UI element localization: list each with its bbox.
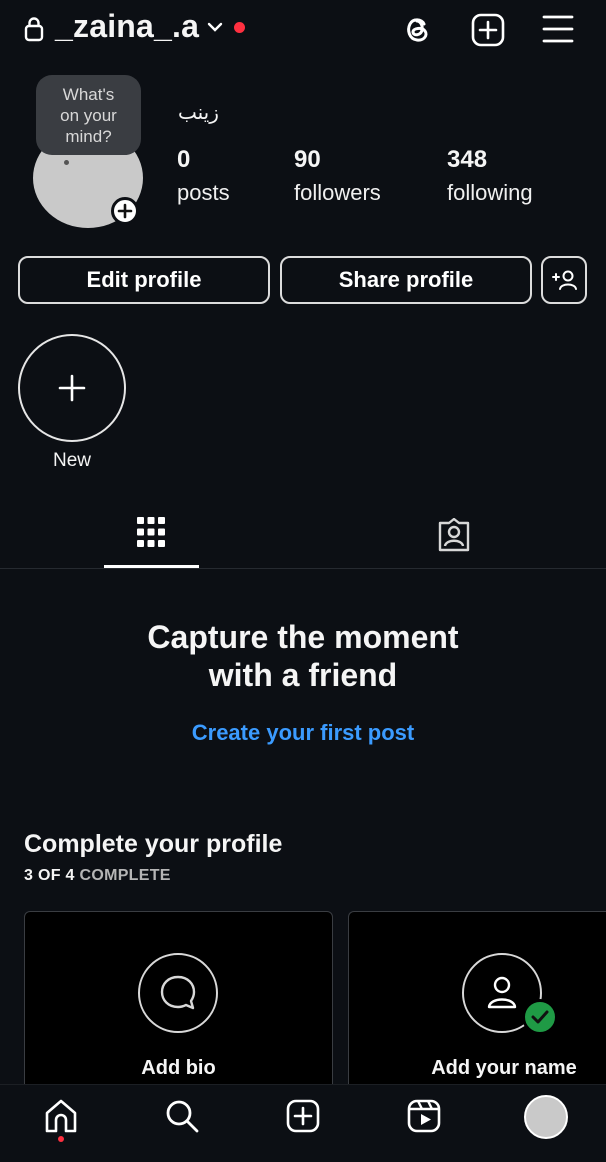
lock-icon: [24, 16, 44, 42]
card-label: Add bio: [141, 1057, 216, 1079]
note-bubble[interactable]: What's on your mind?: [36, 75, 141, 155]
add-story-plus-icon[interactable]: [111, 197, 139, 225]
account-username[interactable]: _zaina_.a: [55, 8, 199, 45]
note-text: What's: [62, 85, 115, 104]
menu-icon[interactable]: [542, 14, 574, 44]
notification-dot: [234, 22, 245, 33]
posts-count: 0: [177, 146, 191, 173]
complete-profile-progress: 3 OF 4 COMPLETE: [24, 867, 171, 885]
progress-label: COMPLETE: [74, 867, 171, 884]
home-icon[interactable]: [43, 1098, 79, 1134]
add-name-card[interactable]: Add your name: [348, 911, 606, 1101]
avatar-dot: [64, 160, 69, 165]
search-icon[interactable]: [164, 1098, 200, 1134]
add-person-icon: [552, 270, 577, 290]
add-bio-card[interactable]: Add bio: [24, 911, 333, 1101]
progress-count: 3 OF 4: [24, 867, 75, 884]
checkmark-badge-icon: [522, 999, 558, 1035]
card-label: Add your name: [431, 1057, 577, 1079]
create-icon[interactable]: [285, 1098, 321, 1134]
followers-count[interactable]: 90: [294, 146, 321, 174]
display-name: زينب: [178, 100, 219, 124]
complete-profile-title: Complete your profile: [24, 830, 283, 858]
chevron-down-icon[interactable]: [206, 20, 224, 34]
note-text: mind?: [65, 127, 112, 146]
threads-icon[interactable]: [400, 12, 434, 46]
reels-icon[interactable]: [406, 1098, 442, 1134]
share-profile-button[interactable]: Share profile: [280, 256, 532, 304]
following-label[interactable]: following: [447, 180, 533, 206]
profile-tab-avatar[interactable]: [524, 1095, 568, 1139]
tab-grid-icon[interactable]: [136, 516, 166, 548]
create-post-icon[interactable]: [470, 12, 506, 48]
discover-people-button[interactable]: [541, 256, 587, 304]
followers-label[interactable]: followers: [294, 180, 381, 206]
home-notification-dot: [58, 1136, 64, 1142]
new-highlight-label: New: [52, 450, 91, 471]
following-count[interactable]: 348: [447, 146, 487, 174]
new-highlight-button[interactable]: [18, 334, 126, 442]
note-text: on your: [60, 106, 117, 125]
empty-state-title: Capture the moment with a friend: [0, 618, 606, 694]
posts-label: posts: [177, 180, 230, 205]
empty-state-title-line: with a friend: [208, 657, 398, 693]
tab-divider: [0, 568, 606, 569]
chat-bubble-icon: [138, 953, 218, 1033]
empty-state-title-line: Capture the moment: [147, 619, 459, 655]
create-first-post-link[interactable]: Create your first post: [0, 720, 606, 746]
tab-tagged-icon[interactable]: [437, 518, 471, 552]
edit-profile-button[interactable]: Edit profile: [18, 256, 270, 304]
